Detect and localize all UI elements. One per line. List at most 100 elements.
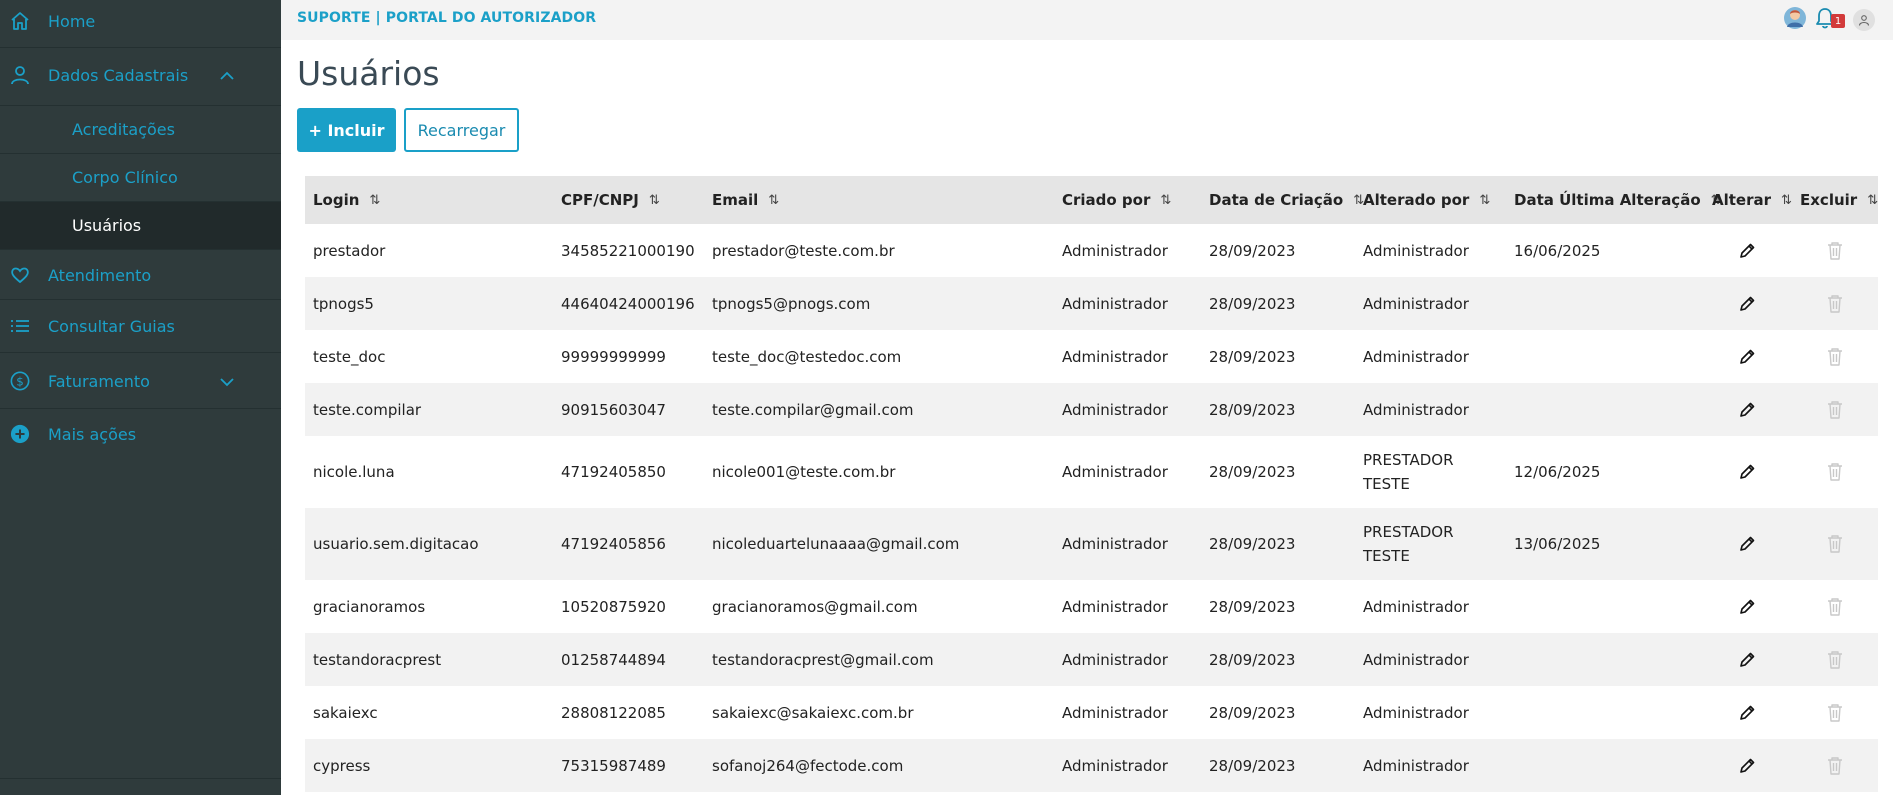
column-header-alterar[interactable]: Alterar ⇅ (1712, 176, 1792, 224)
reload-button[interactable]: Recarregar (404, 108, 519, 152)
sidebar-subitem-usuarios[interactable]: Usuários (0, 202, 281, 250)
pencil-icon[interactable] (1735, 633, 1759, 686)
brand-title: SUPORTE | PORTAL DO AUTORIZADOR (297, 10, 597, 26)
plus-circle-icon (10, 424, 30, 444)
cell-login: prestador (313, 241, 386, 260)
pencil-icon[interactable] (1735, 277, 1759, 330)
cell-alterado-por: PRESTADOR TESTE (1363, 523, 1454, 565)
sidebar: Home Dados Cadastrais Acreditações Corpo… (0, 0, 281, 795)
cell-email: prestador@teste.com.br (712, 241, 895, 260)
trash-icon[interactable] (1823, 739, 1847, 792)
cell-login: usuario.sem.digitacao (313, 535, 479, 553)
column-header-login[interactable]: Login ⇅ (313, 176, 380, 224)
sidebar-subitem-acreditacoes[interactable]: Acreditações (0, 106, 281, 154)
sidebar-subitem-corpo-clinico[interactable]: Corpo Clínico (0, 154, 281, 202)
column-header-email[interactable]: Email ⇅ (712, 176, 779, 224)
cell-login: sakaiexc (313, 703, 378, 722)
heart-icon (10, 265, 30, 285)
cell-email: sakaiexc@sakaiexc.com.br (712, 703, 914, 722)
trash-icon[interactable] (1823, 224, 1847, 277)
cell-alterado-por: PRESTADOR TESTE (1363, 451, 1454, 493)
svg-text:$: $ (16, 375, 24, 389)
sidebar-item-consultar-guias[interactable]: Consultar Guias (0, 305, 281, 347)
sidebar-item-faturamento[interactable]: $ Faturamento (0, 358, 281, 404)
cell-data-criacao: 28/09/2023 (1209, 597, 1296, 616)
table-row: prestador 34585221000190 prestador@teste.c… (305, 224, 1878, 277)
chevron-down-icon[interactable] (220, 374, 234, 388)
sidebar-subitem-label: Acreditações (72, 120, 175, 139)
column-header-data-criacao[interactable]: Data de Criação ⇅ (1209, 176, 1364, 224)
cell-cpf-cnpj: 90915603047 (561, 400, 666, 419)
column-header-alterado-por[interactable]: Alterado por ⇅ (1363, 176, 1490, 224)
cell-email: teste_doc@testedoc.com (712, 347, 902, 366)
cell-login: cypress (313, 756, 371, 775)
sidebar-item-label: Consultar Guias (48, 316, 175, 336)
cell-cpf-cnpj: 01258744894 (561, 650, 666, 669)
sidebar-item-atendimento[interactable]: Atendimento (0, 254, 281, 296)
cell-data-ultima-alteracao: 12/06/2025 (1514, 463, 1601, 481)
top-bar: SUPORTE | PORTAL DO AUTORIZADOR 1 (281, 0, 1893, 40)
sidebar-item-label: Faturamento (48, 371, 150, 391)
cell-alterado-por: Administrador (1363, 650, 1469, 669)
pencil-icon[interactable] (1735, 508, 1759, 580)
cell-email: teste.compilar@gmail.com (712, 400, 914, 419)
table-row: sakaiexc 28808122085 sakaiexc@sakaiexc.com… (305, 686, 1878, 739)
cell-cpf-cnpj: 44640424000196 (561, 294, 695, 313)
pencil-icon[interactable] (1735, 580, 1759, 633)
cell-criado-por: Administrador (1062, 463, 1168, 481)
table-row: cypress 75315987489 sofanoj264@fectode.com… (305, 739, 1878, 792)
trash-icon[interactable] (1823, 436, 1847, 508)
trash-icon[interactable] (1823, 383, 1847, 436)
pencil-icon[interactable] (1735, 686, 1759, 739)
cell-email: nicole001@teste.com.br (712, 463, 896, 481)
home-icon (10, 11, 30, 31)
cell-criado-por: Administrador (1062, 650, 1168, 669)
sidebar-item-mais-acoes[interactable]: Mais ações (0, 413, 281, 455)
cell-data-criacao: 28/09/2023 (1209, 535, 1296, 553)
pencil-icon[interactable] (1735, 330, 1759, 383)
pencil-icon[interactable] (1735, 436, 1759, 508)
sort-icon[interactable]: ⇅ (1160, 193, 1171, 208)
cell-criado-por: Administrador (1062, 597, 1168, 616)
chevron-up-icon[interactable] (220, 68, 234, 82)
cell-data-criacao: 28/09/2023 (1209, 703, 1296, 722)
cell-cpf-cnpj: 47192405856 (561, 535, 666, 553)
cell-criado-por: Administrador (1062, 241, 1168, 260)
cell-email: testandoracprest@gmail.com (712, 650, 934, 669)
sort-icon[interactable]: ⇅ (1781, 193, 1792, 208)
pencil-icon[interactable] (1735, 224, 1759, 277)
column-header-excluir[interactable]: Excluir ⇅ (1800, 176, 1878, 224)
user-menu-button[interactable] (1853, 9, 1875, 31)
sidebar-subitem-label: Corpo Clínico (72, 168, 178, 187)
column-header-data-ultima-alteracao[interactable]: Data Última Alteração ⇅ (1514, 176, 1722, 224)
sort-icon[interactable]: ⇅ (649, 193, 660, 208)
pencil-icon[interactable] (1735, 383, 1759, 436)
pencil-icon[interactable] (1735, 739, 1759, 792)
trash-icon[interactable] (1823, 686, 1847, 739)
table-row: tpnogs5 44640424000196 tpnogs5@pnogs.com Ad… (305, 277, 1878, 330)
table-row: gracianoramos 10520875920 gracianoramos@gm… (305, 580, 1878, 633)
sort-icon[interactable]: ⇅ (1479, 193, 1490, 208)
column-header-criado-por[interactable]: Criado por ⇅ (1062, 176, 1171, 224)
cell-cpf-cnpj: 99999999999 (561, 347, 666, 366)
sort-icon[interactable]: ⇅ (768, 193, 779, 208)
cell-cpf-cnpj: 47192405850 (561, 463, 666, 481)
trash-icon[interactable] (1823, 508, 1847, 580)
column-header-cpf-cnpj[interactable]: CPF/CNPJ ⇅ (561, 176, 660, 224)
avatar[interactable] (1783, 6, 1807, 34)
trash-icon[interactable] (1823, 633, 1847, 686)
cell-email: nicoleduartelunaaaa@gmail.com (712, 535, 960, 553)
table-header: Login ⇅ CPF/CNPJ ⇅ Email ⇅ Criado por ⇅ Data… (305, 176, 1878, 224)
notification-button[interactable]: 1 (1815, 7, 1845, 33)
trash-icon[interactable] (1823, 580, 1847, 633)
sidebar-item-dados-cadastrais[interactable]: Dados Cadastrais (0, 52, 281, 98)
cell-login: teste.compilar (313, 400, 422, 419)
cell-data-criacao: 28/09/2023 (1209, 241, 1296, 260)
trash-icon[interactable] (1823, 330, 1847, 383)
cell-email: tpnogs5@pnogs.com (712, 294, 871, 313)
trash-icon[interactable] (1823, 277, 1847, 330)
add-user-button[interactable]: + Incluir (297, 108, 396, 152)
sort-icon[interactable]: ⇅ (1867, 193, 1878, 208)
sort-icon[interactable]: ⇅ (369, 193, 380, 208)
sidebar-item-home[interactable]: Home (0, 0, 281, 42)
